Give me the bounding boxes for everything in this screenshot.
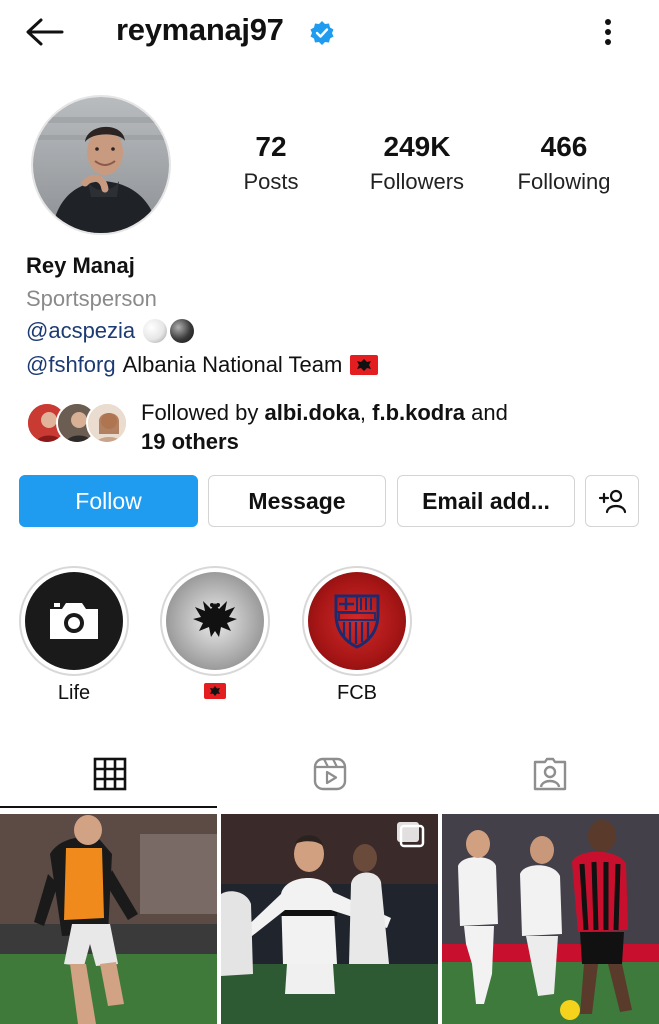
follow-button[interactable]: Follow (19, 475, 198, 527)
albania-flag-icon (350, 355, 379, 375)
verified-badge-icon (309, 20, 335, 46)
add-person-icon (597, 488, 627, 514)
post-thumbnail[interactable] (221, 814, 438, 1024)
followed-by-user: f.b.kodra (372, 400, 466, 425)
camera-icon (25, 572, 123, 670)
bio-line-1: @acspezia (26, 318, 195, 344)
highlight-fcb[interactable]: FCB (302, 566, 412, 705)
following-count: 466 (540, 131, 588, 162)
black-ball-icon (170, 319, 195, 343)
tab-tagged[interactable] (440, 740, 659, 808)
followed-by-prefix: Followed by (141, 400, 259, 425)
stat-posts[interactable]: 72 Posts (206, 130, 336, 195)
stat-following[interactable]: 466 Following (499, 130, 629, 195)
grid-icon (93, 757, 127, 791)
profile-tabs (0, 740, 659, 808)
tagged-person-icon (532, 756, 568, 792)
follower-avatar (86, 402, 128, 444)
profile-username: reymanaj97 (116, 12, 284, 47)
bio-text: Albania National Team (122, 352, 343, 377)
followed-by-user: albi.doka (264, 400, 360, 425)
followers-count: 249K (383, 131, 451, 162)
white-ball-icon (143, 319, 168, 343)
fcb-crest-icon (308, 572, 406, 670)
profile-full-name: Rey Manaj (26, 253, 135, 278)
mention-acspezia-link[interactable]: @acspezia (26, 318, 135, 344)
profile-category: Sportsperson (26, 286, 157, 311)
bio-line-2: @fshforg Albania National Team (26, 352, 379, 378)
top-bar: reymanaj97 (0, 0, 659, 64)
profile-avatar[interactable] (31, 95, 171, 235)
highlight-ring (160, 566, 270, 676)
highlight-label: Life (57, 682, 91, 704)
albania-flag-icon (160, 682, 270, 705)
followed-by-avatars[interactable] (26, 402, 128, 446)
more-vertical-icon[interactable] (594, 14, 622, 50)
reels-icon (312, 756, 348, 792)
followers-label: Followers (369, 169, 465, 194)
active-tab-indicator (0, 806, 217, 808)
posts-count: 72 (255, 131, 287, 162)
followed-by-others: 19 others (141, 429, 239, 454)
back-arrow-icon[interactable] (22, 14, 68, 50)
stat-followers[interactable]: 249K Followers (352, 130, 482, 195)
highlight-life[interactable]: Life (19, 566, 129, 705)
posts-label: Posts (243, 169, 299, 194)
highlight-albania[interactable] (160, 566, 270, 705)
mention-fshforg-link[interactable]: @fshforg (26, 352, 116, 378)
highlight-ring (302, 566, 412, 676)
highlight-ring (19, 566, 129, 676)
following-label: Following (517, 169, 611, 194)
followed-by-conjunction: and (471, 400, 508, 425)
post-thumbnail[interactable] (0, 814, 217, 1024)
post-thumbnail[interactable] (442, 814, 659, 1024)
highlight-label: FCB (337, 682, 377, 704)
followed-by-separator: , (359, 400, 366, 425)
message-button[interactable]: Message (208, 475, 386, 527)
tab-reels[interactable] (220, 740, 439, 808)
tab-grid[interactable] (0, 740, 219, 808)
email-button[interactable]: Email add... (397, 475, 575, 527)
suggest-people-button[interactable] (585, 475, 639, 527)
albanian-eagle-icon (166, 572, 264, 670)
followed-by-text[interactable]: Followed by albi.doka, f.b.kodra and 19 … (141, 398, 641, 456)
